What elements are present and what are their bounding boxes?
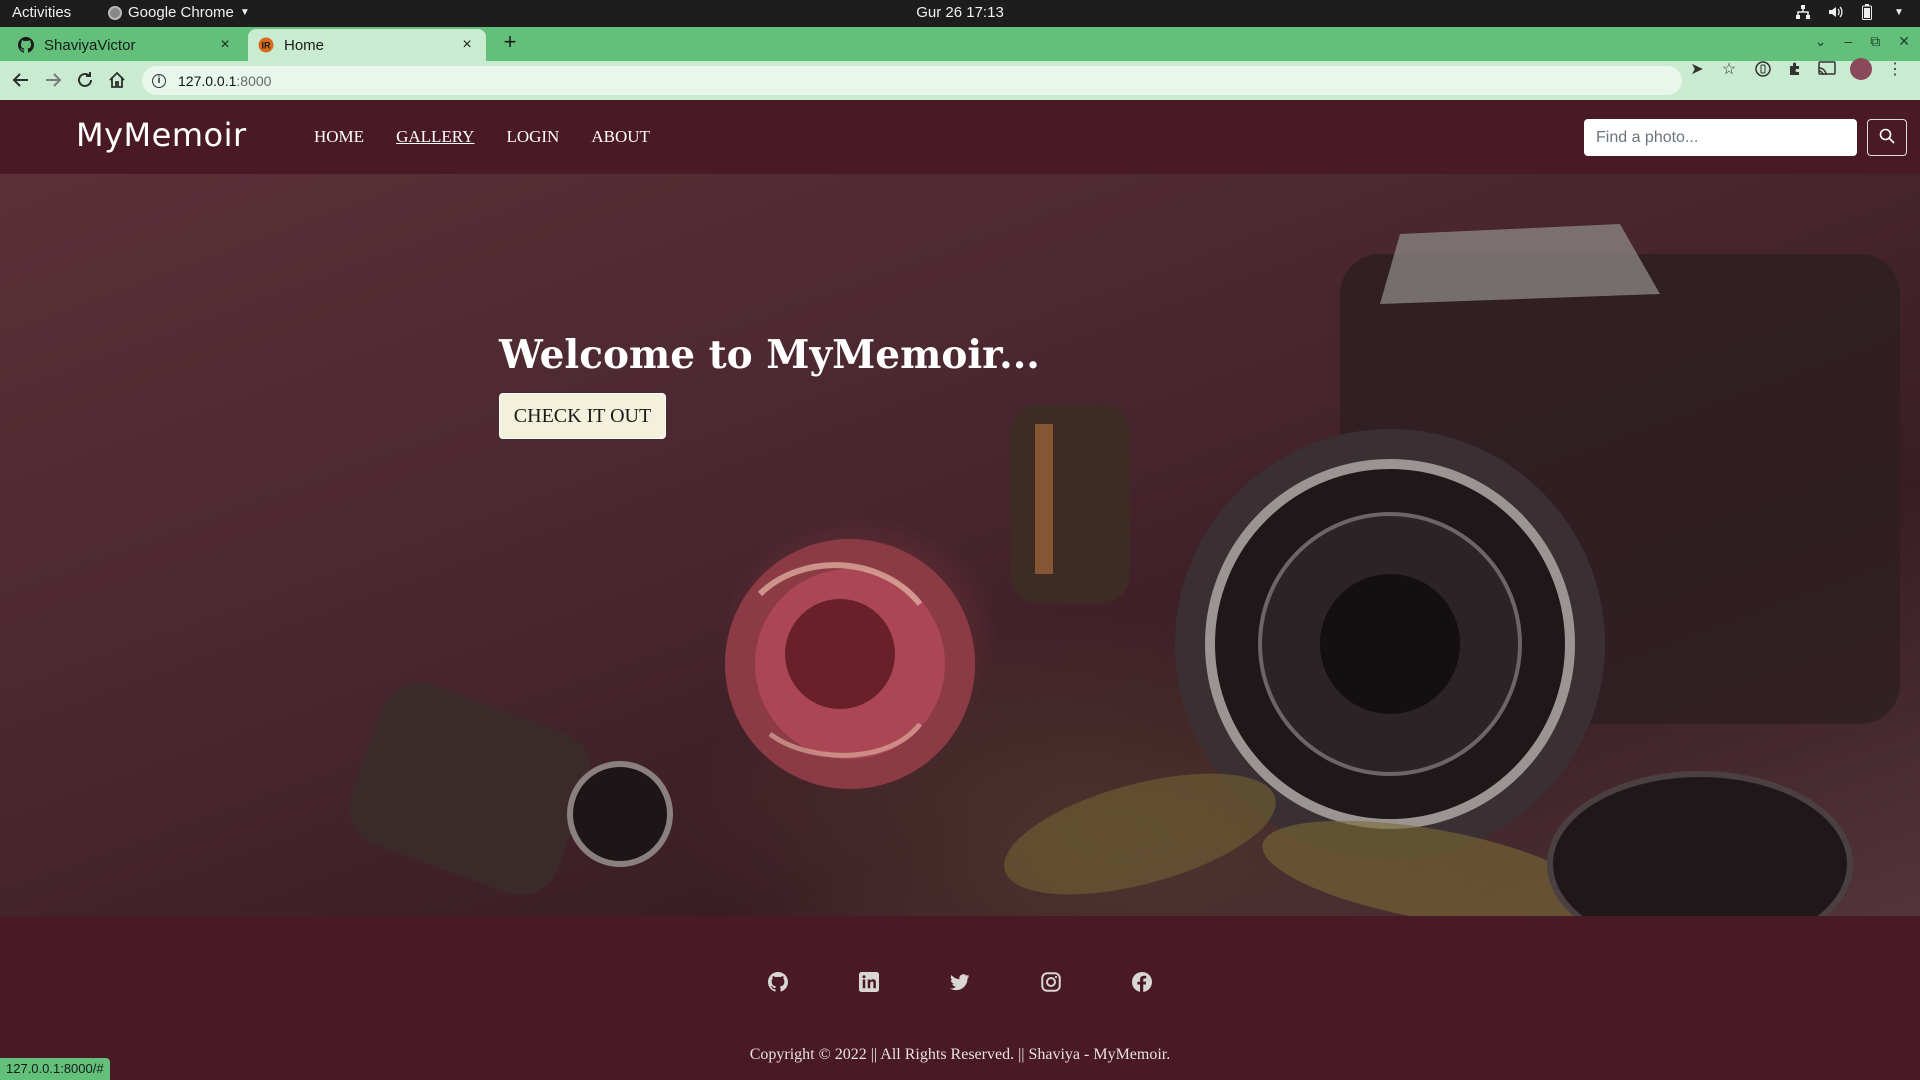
tab-shaviyavictor[interactable]: ShaviyaVictor × [8, 29, 244, 61]
volume-icon [1826, 3, 1844, 21]
url-port: :8000 [236, 72, 272, 89]
puzzle-icon[interactable] [1784, 58, 1806, 80]
nav-links: HOME GALLERY LOGIN ABOUT [314, 127, 650, 147]
hero-background-photo [348, 224, 1900, 916]
site-favicon: IR [258, 37, 274, 53]
nav-gallery[interactable]: GALLERY [396, 127, 474, 147]
brand-logo[interactable]: MyMemoir [76, 116, 247, 154]
browser-toolbar: i 127.0.0.1:8000 ➤ ☆ ⋮ [0, 58, 1920, 100]
tab-title: Home [284, 36, 325, 54]
restore-icon[interactable]: ⧉ [1870, 33, 1880, 50]
nav-home[interactable]: HOME [314, 127, 364, 147]
twitter-icon[interactable] [950, 972, 970, 992]
tab-title: ShaviyaVictor [44, 36, 136, 54]
search-input[interactable] [1584, 119, 1857, 156]
url-host: 127.0.0.1 [178, 72, 237, 89]
forward-icon[interactable] [42, 69, 64, 91]
status-url-bubble: 127.0.0.1:8000/# [0, 1058, 110, 1080]
close-icon[interactable]: × [458, 36, 476, 54]
instagram-icon[interactable] [1041, 972, 1061, 992]
system-top-bar: Activities Google Chrome ▼ Gur 26 17:13 … [0, 0, 1920, 27]
system-menu-icon: ▼ [1894, 6, 1904, 18]
close-icon[interactable]: × [216, 36, 234, 54]
address-bar[interactable]: i 127.0.0.1:8000 [142, 66, 1682, 95]
bookmark-star-icon[interactable]: ☆ [1718, 58, 1740, 80]
hero-banner: Welcome to MyMemoir... CHECK IT OUT [0, 174, 1920, 916]
system-tray[interactable]: ▼ [1794, 3, 1908, 21]
search-button[interactable] [1867, 119, 1907, 156]
site-info-icon[interactable]: i [152, 73, 166, 88]
back-icon[interactable] [10, 69, 32, 91]
site-navbar: MyMemoir HOME GALLERY LOGIN ABOUT [0, 100, 1920, 174]
kebab-menu-icon[interactable]: ⋮ [1884, 58, 1906, 80]
home-icon[interactable] [106, 69, 128, 91]
social-links [0, 972, 1920, 992]
facebook-icon[interactable] [1132, 972, 1152, 992]
tab-search-icon[interactable]: ⌄ [1815, 33, 1827, 50]
nav-about[interactable]: ABOUT [591, 127, 650, 147]
nav-login[interactable]: LOGIN [506, 127, 559, 147]
profile-avatar-icon[interactable] [1850, 58, 1872, 80]
copyright-text: Copyright © 2022 || All Rights Reserved.… [749, 1046, 1171, 1063]
extension-icon[interactable] [1752, 58, 1774, 80]
window-controls: ⌄ – ⧉ ✕ [1815, 33, 1910, 50]
minimize-icon[interactable]: – [1844, 33, 1852, 50]
close-window-icon[interactable]: ✕ [1898, 33, 1910, 50]
tab-strip: ShaviyaVictor × IR Home × [0, 27, 1920, 61]
github-icon [18, 37, 34, 53]
hero-title: Welcome to MyMemoir... [499, 332, 1040, 378]
github-icon[interactable] [768, 972, 788, 992]
chrome-icon [108, 5, 122, 20]
check-it-out-button[interactable]: CHECK IT OUT [499, 393, 666, 439]
app-name: Google Chrome [128, 4, 234, 21]
send-to-device-icon[interactable]: ➤ [1686, 58, 1708, 80]
reload-icon[interactable] [74, 69, 96, 91]
chevron-down-icon: ▼ [239, 7, 250, 18]
svg-text:IR: IR [262, 41, 272, 51]
cast-icon[interactable] [1816, 58, 1838, 80]
network-icon [1794, 3, 1812, 21]
activities-button[interactable]: Activities [12, 4, 71, 21]
site-footer: Copyright © 2022 || All Rights Reserved.… [0, 916, 1920, 1080]
app-menu[interactable]: Google Chrome ▼ [108, 4, 250, 21]
linkedin-icon[interactable] [859, 972, 879, 992]
tab-home[interactable]: IR Home × [248, 29, 486, 61]
clock[interactable]: Gur 26 17:13 [0, 4, 1920, 21]
battery-icon [1858, 3, 1876, 21]
search-icon [1879, 128, 1895, 147]
new-tab-button[interactable]: + [498, 31, 522, 55]
